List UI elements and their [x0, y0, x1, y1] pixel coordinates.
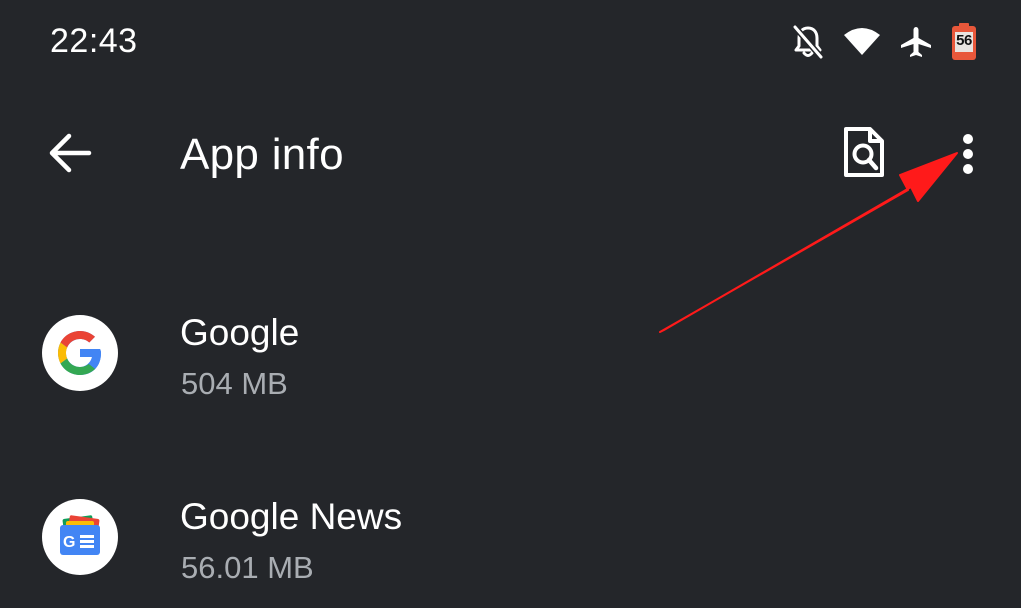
app-size: 504 MB: [181, 366, 288, 401]
status-clock: 22:43: [50, 22, 138, 60]
back-button[interactable]: [40, 125, 100, 185]
more-vert-icon: [958, 131, 978, 182]
wifi-icon: [843, 27, 881, 57]
app-bar: App info: [0, 100, 1021, 210]
list-item-google-news[interactable]: G Google News 56.01 MB: [0, 464, 1021, 608]
document-search-icon: [842, 125, 886, 184]
airplane-mode-icon: [899, 25, 933, 59]
page-title: App info: [180, 130, 344, 179]
app-name: Google News: [180, 496, 403, 537]
battery-level: 56: [956, 32, 972, 49]
status-icons: 56: [791, 22, 977, 62]
notifications-off-icon: [791, 24, 825, 60]
google-news-icon: G: [42, 499, 118, 575]
battery-icon: 56: [951, 23, 977, 61]
google-g-icon: [42, 315, 118, 391]
svg-text:G: G: [63, 534, 75, 551]
app-info-screen: 22:43 56 App info Google 504 MB G Google…: [0, 0, 1021, 608]
list-item-google[interactable]: Google 504 MB: [0, 280, 1021, 430]
back-arrow-icon: [48, 133, 92, 178]
more-options-button[interactable]: [944, 124, 992, 188]
app-name: Google: [180, 312, 300, 353]
search-in-app-button[interactable]: [834, 122, 894, 186]
app-size: 56.01 MB: [181, 550, 314, 585]
status-bar: 22:43 56: [0, 0, 1021, 88]
